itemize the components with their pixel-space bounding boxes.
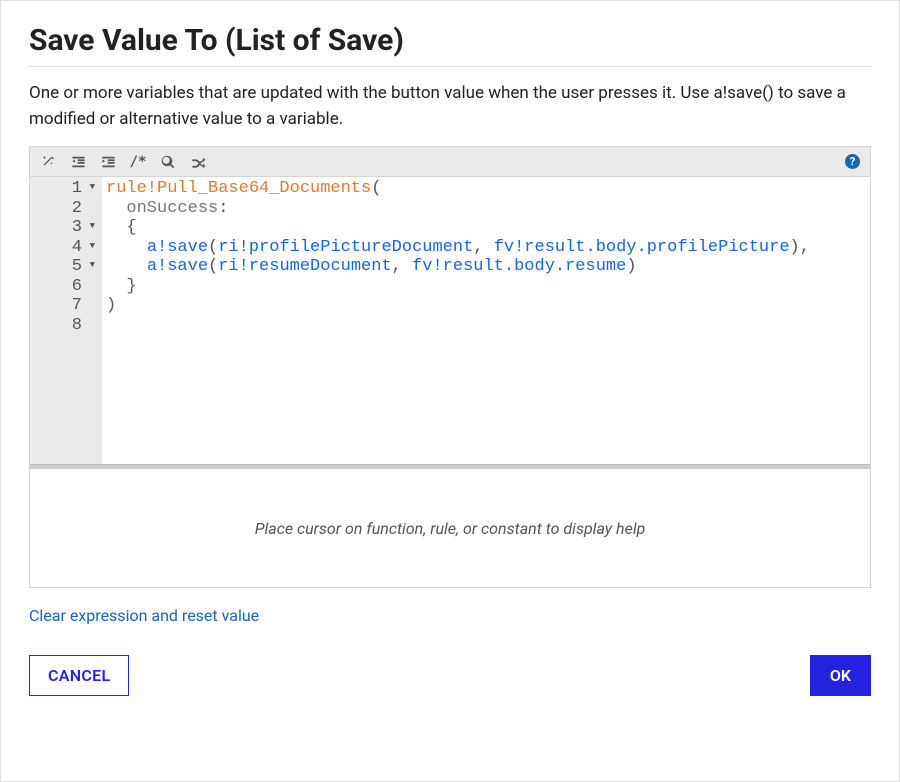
cancel-button[interactable]: CANCEL xyxy=(29,655,129,696)
editor-body[interactable]: 1▼23▼4▼5▼678 rule!Pull_Base64_Documents(… xyxy=(30,177,870,464)
code-line: a!save(ri!profilePictureDocument, fv!res… xyxy=(106,238,870,258)
code-line: { xyxy=(106,218,870,238)
magic-wand-icon[interactable] xyxy=(40,154,56,170)
comment-icon[interactable]: /* xyxy=(130,154,146,170)
line-number: 3▼ xyxy=(30,218,96,238)
fold-marker-icon[interactable]: ▼ xyxy=(90,241,95,251)
code-area[interactable]: rule!Pull_Base64_Documents( onSuccess: {… xyxy=(102,177,870,464)
dialog-description: One or more variables that are updated w… xyxy=(29,81,871,132)
help-hint-text: Place cursor on function, rule, or const… xyxy=(255,519,646,538)
code-line: rule!Pull_Base64_Documents( xyxy=(106,179,870,199)
line-number: 7 xyxy=(30,296,96,316)
fold-marker-icon[interactable]: ▼ xyxy=(90,221,95,231)
editor-toolbar: /* ? xyxy=(30,147,870,177)
line-number: 5▼ xyxy=(30,257,96,277)
expression-editor: /* ? 1▼23▼4▼5▼678 rule!Pull_Base64_Docum… xyxy=(29,146,871,588)
clear-expression-link[interactable]: Clear expression and reset value xyxy=(29,606,259,625)
search-icon[interactable] xyxy=(160,154,176,170)
code-line: a!save(ri!resumeDocument, fv!result.body… xyxy=(106,257,870,277)
code-line: } xyxy=(106,277,870,297)
dialog-button-row: CANCEL OK xyxy=(29,655,871,696)
help-hint-area: Place cursor on function, rule, or const… xyxy=(30,469,870,587)
code-line xyxy=(106,316,870,336)
fold-marker-icon[interactable]: ▼ xyxy=(90,182,95,192)
indent-icon[interactable] xyxy=(100,154,116,170)
shuffle-icon[interactable] xyxy=(190,154,206,170)
code-line: onSuccess: xyxy=(106,199,870,219)
line-number: 1▼ xyxy=(30,179,96,199)
fold-marker-icon[interactable]: ▼ xyxy=(90,260,95,270)
dialog-title: Save Value To (List of Save) xyxy=(29,23,871,67)
line-number: 8 xyxy=(30,316,96,336)
line-number: 2 xyxy=(30,199,96,219)
code-line: ) xyxy=(106,296,870,316)
line-gutter: 1▼23▼4▼5▼678 xyxy=(30,177,102,464)
help-icon[interactable]: ? xyxy=(845,154,860,169)
line-number: 4▼ xyxy=(30,238,96,258)
ok-button[interactable]: OK xyxy=(810,655,871,696)
line-number: 6 xyxy=(30,277,96,297)
outdent-icon[interactable] xyxy=(70,154,86,170)
